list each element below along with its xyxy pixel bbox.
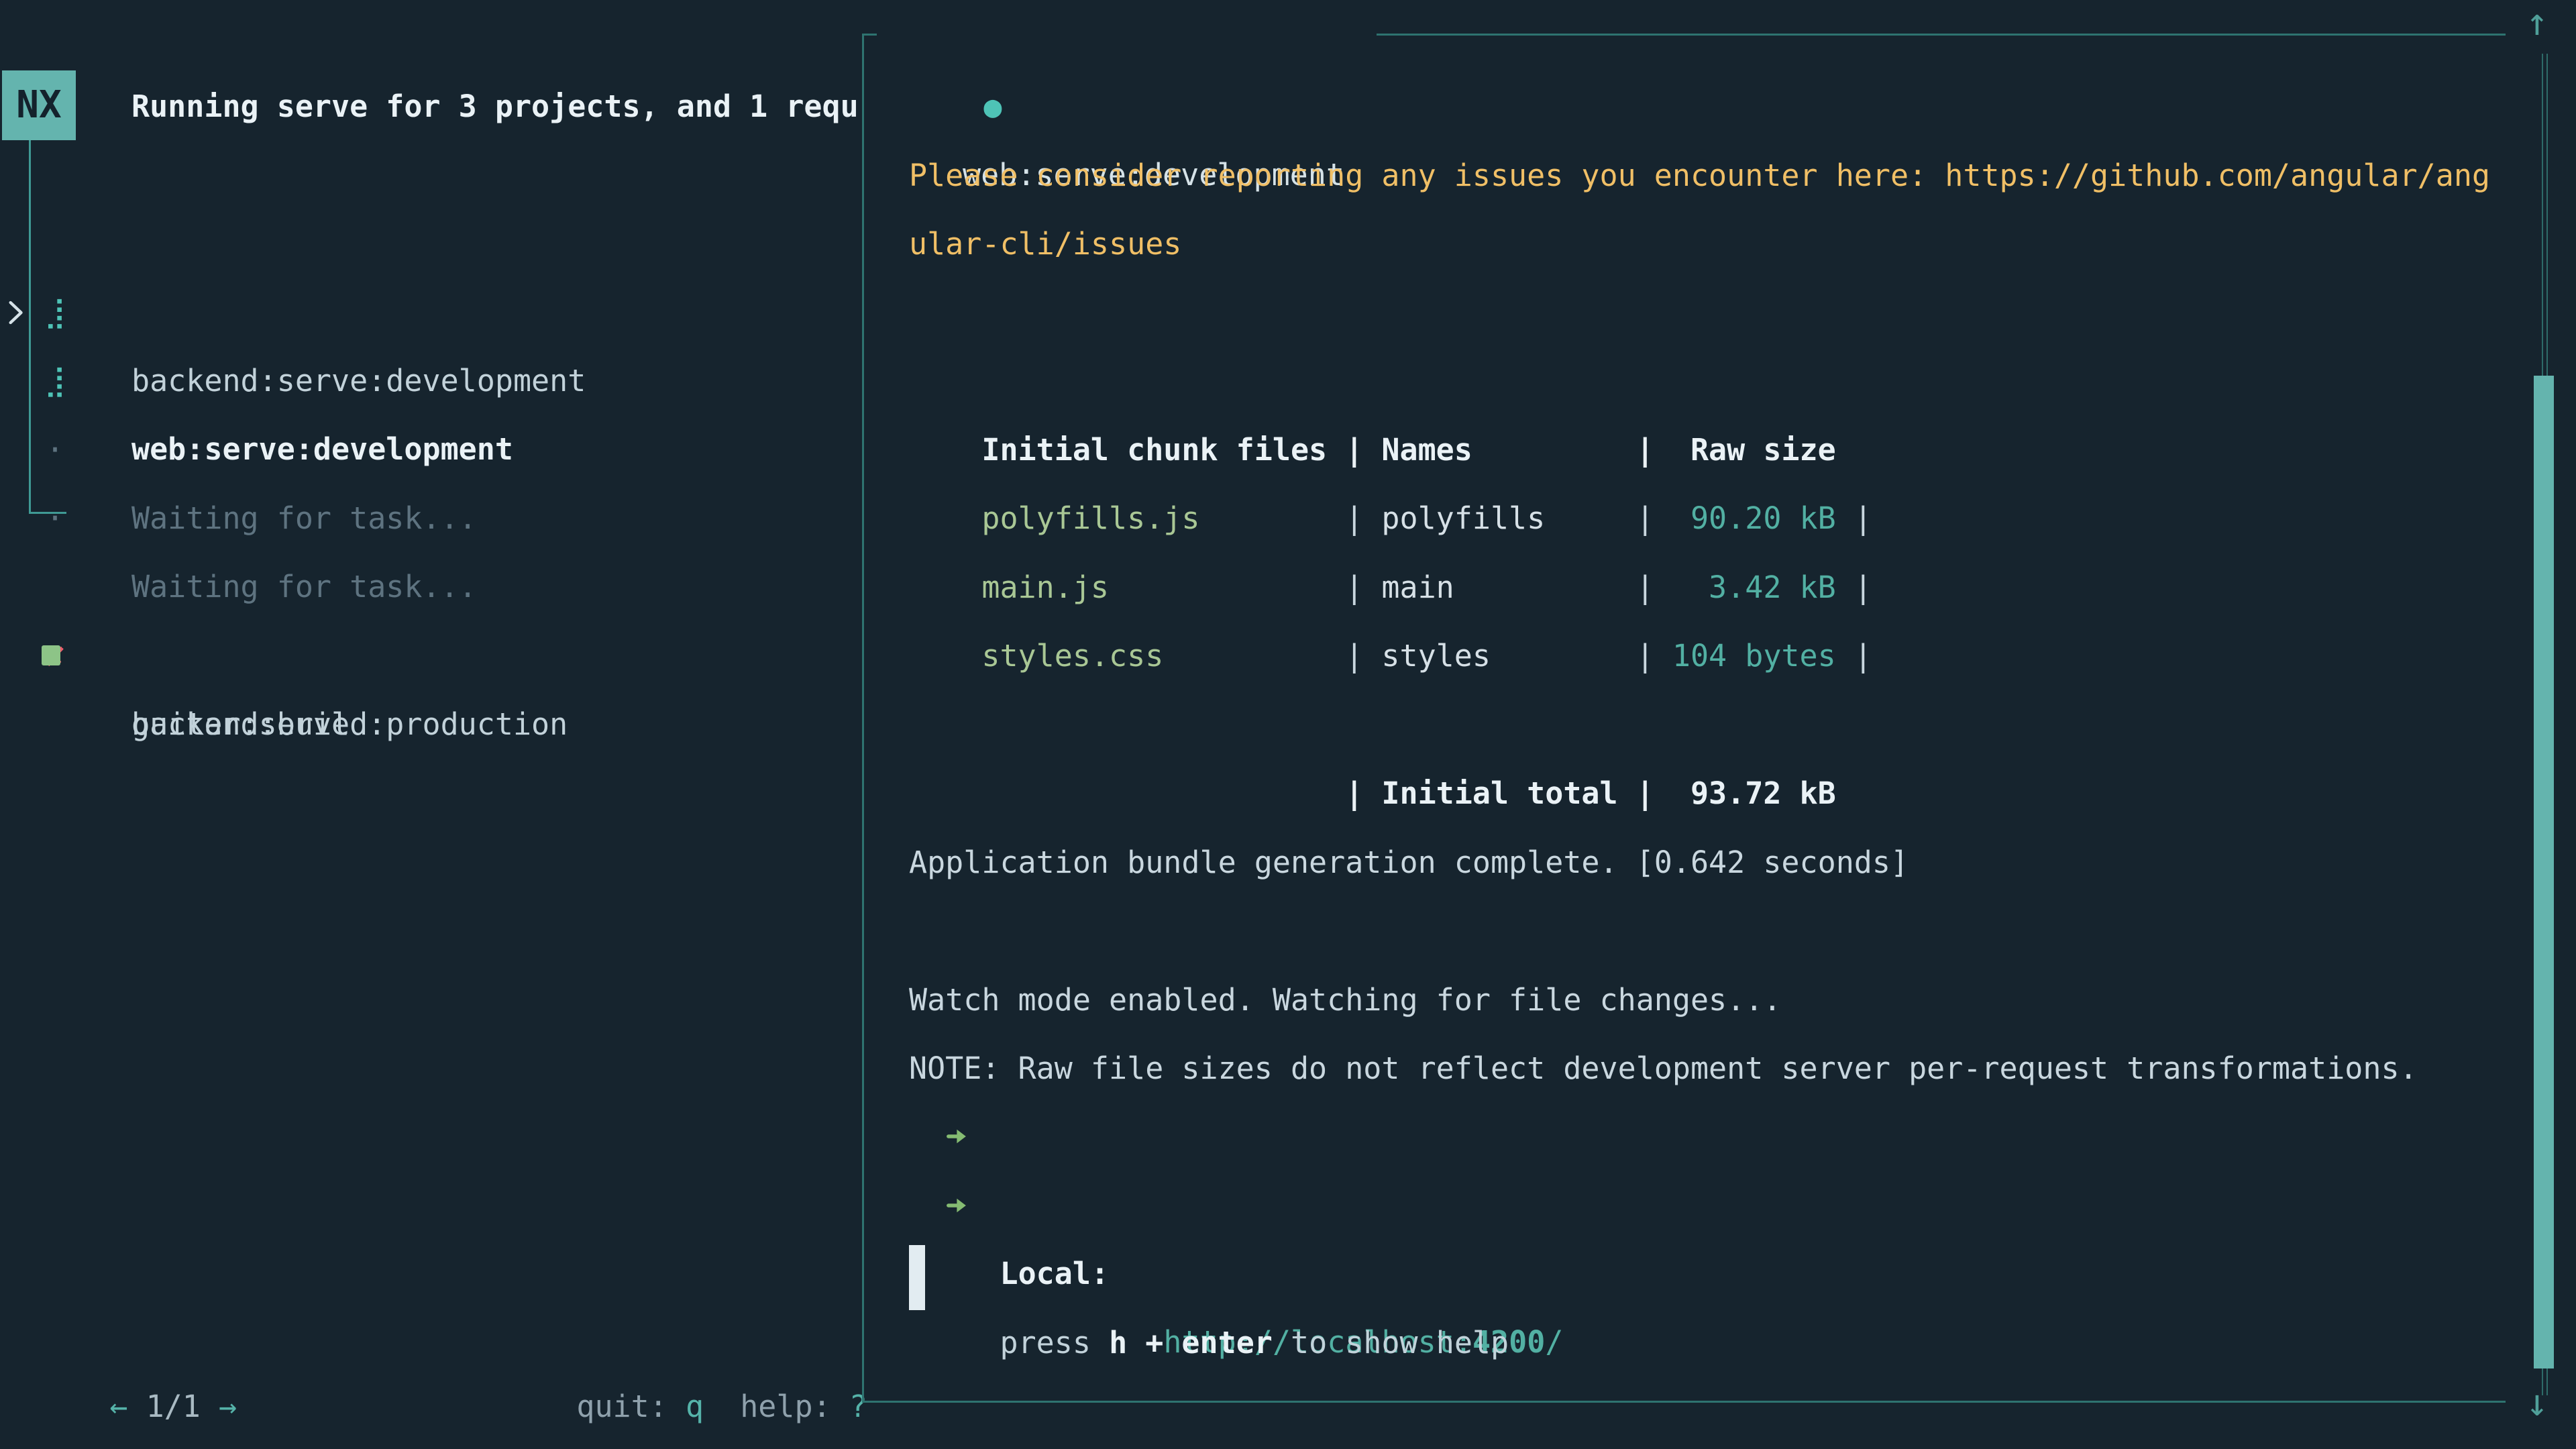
quit-key: q <box>686 1389 704 1424</box>
chunk-table-header: Initial chunk files|Names|Raw size <box>909 347 1836 416</box>
panel-border-title-line <box>1377 34 2506 36</box>
scrollbar-thumb[interactable] <box>2534 376 2554 1368</box>
help-hint-keys: h + enter <box>1109 1325 1273 1360</box>
help-hint-line: press h + enter to show help <box>909 1172 981 1240</box>
total-label: Initial total <box>1363 759 1635 828</box>
sidebar-item-waiting-1: · Waiting for task... <box>0 347 859 416</box>
keyboard-hints: quit:qhelp:? <box>504 1304 867 1373</box>
help-hint-suffix: to show help <box>1273 1325 1509 1360</box>
table-pipe: | <box>1345 638 1363 674</box>
sidebar-item-label: Waiting for task... <box>131 484 477 553</box>
sidebar-item-waiting-2: · Waiting for task... <box>0 416 859 484</box>
nx-logo-text: NX <box>16 87 61 124</box>
scroll-down-icon[interactable]: ↓ <box>2517 1383 2557 1449</box>
issue-report-notice-line2: ular-cli/issues <box>909 210 1181 278</box>
arrow-right-icon <box>945 1193 971 1218</box>
nx-logo: NX <box>2 70 76 140</box>
panel-title: ● web:serve:development <box>911 4 1002 72</box>
nx-tui-screen: NX Running serve for 3 projects, and 1 r… <box>0 0 2576 1449</box>
sidebar-item-label: backend:build:production <box>131 690 568 759</box>
sidebar-title: Running serve for 3 projects, and 1 requ <box>131 72 863 141</box>
table-row: polyfills.js|polyfills|90.20 kB| <box>909 416 1872 484</box>
chunk-file-name: styles.css <box>981 622 1345 690</box>
pager-left-icon[interactable]: ← <box>109 1389 127 1424</box>
pager-page-label: 1/1 <box>146 1389 201 1424</box>
help-hint-prefix: press <box>1000 1325 1110 1360</box>
table-pipe: | <box>1345 775 1363 811</box>
terminal-cursor <box>909 1245 925 1310</box>
panel-border-top-stub <box>862 34 877 36</box>
table-pipe: | <box>1636 638 1654 674</box>
help-hint-label: help: <box>740 1389 830 1424</box>
task-pager: ←1/1→ <box>37 1304 237 1373</box>
bundle-complete-message: Application bundle generation complete. … <box>909 828 1909 897</box>
chunk-raw-size: 104 bytes <box>1654 622 1836 690</box>
sidebar-item-guitar-serve[interactable]: ✘ guitar:serve <box>0 553 859 622</box>
table-row: styles.css|styles|104 bytes| <box>909 553 1872 622</box>
table-row: main.js|main|3.42 kB| <box>909 485 1872 553</box>
table-pipe: | <box>1854 638 1872 674</box>
local-url-line: Local: http://localhost:4200/ <box>909 1103 981 1171</box>
arrow-right-icon <box>945 1124 971 1149</box>
sidebar-item-backend-serve[interactable]: ⣸ backend:serve:development <box>0 210 859 278</box>
pager-right-icon[interactable]: → <box>219 1389 237 1424</box>
raw-size-note: NOTE: Raw file sizes do not reflect deve… <box>909 1034 2418 1103</box>
local-label: Local: <box>1000 1240 1110 1308</box>
table-total-row: |Initial total|93.72 kB <box>909 691 1836 759</box>
scroll-up-icon[interactable]: ↑ <box>2517 3 2557 71</box>
panel-border-left <box>862 34 864 1403</box>
chunk-name: styles <box>1363 622 1635 690</box>
waiting-dot-icon: · <box>39 484 71 553</box>
task-success-square-icon <box>42 645 60 665</box>
total-size: 93.72 kB <box>1654 759 1836 828</box>
table-pipe: | <box>1636 775 1654 811</box>
sidebar-item-web-serve[interactable]: ⣸ web:serve:development <box>0 278 859 347</box>
sidebar-item-backend-build[interactable]: backend:build:production <box>0 622 859 690</box>
url-slash: / <box>1545 1324 1563 1360</box>
panel-border-bottom <box>862 1401 2506 1403</box>
help-key: ? <box>849 1389 867 1424</box>
issue-report-notice-line1: Please consider reporting any issues you… <box>909 142 2490 210</box>
quit-hint-label: quit: <box>576 1389 667 1424</box>
running-bullet-icon: ● <box>983 89 1002 124</box>
watch-mode-message: Watch mode enabled. Watching for file ch… <box>909 966 1781 1034</box>
